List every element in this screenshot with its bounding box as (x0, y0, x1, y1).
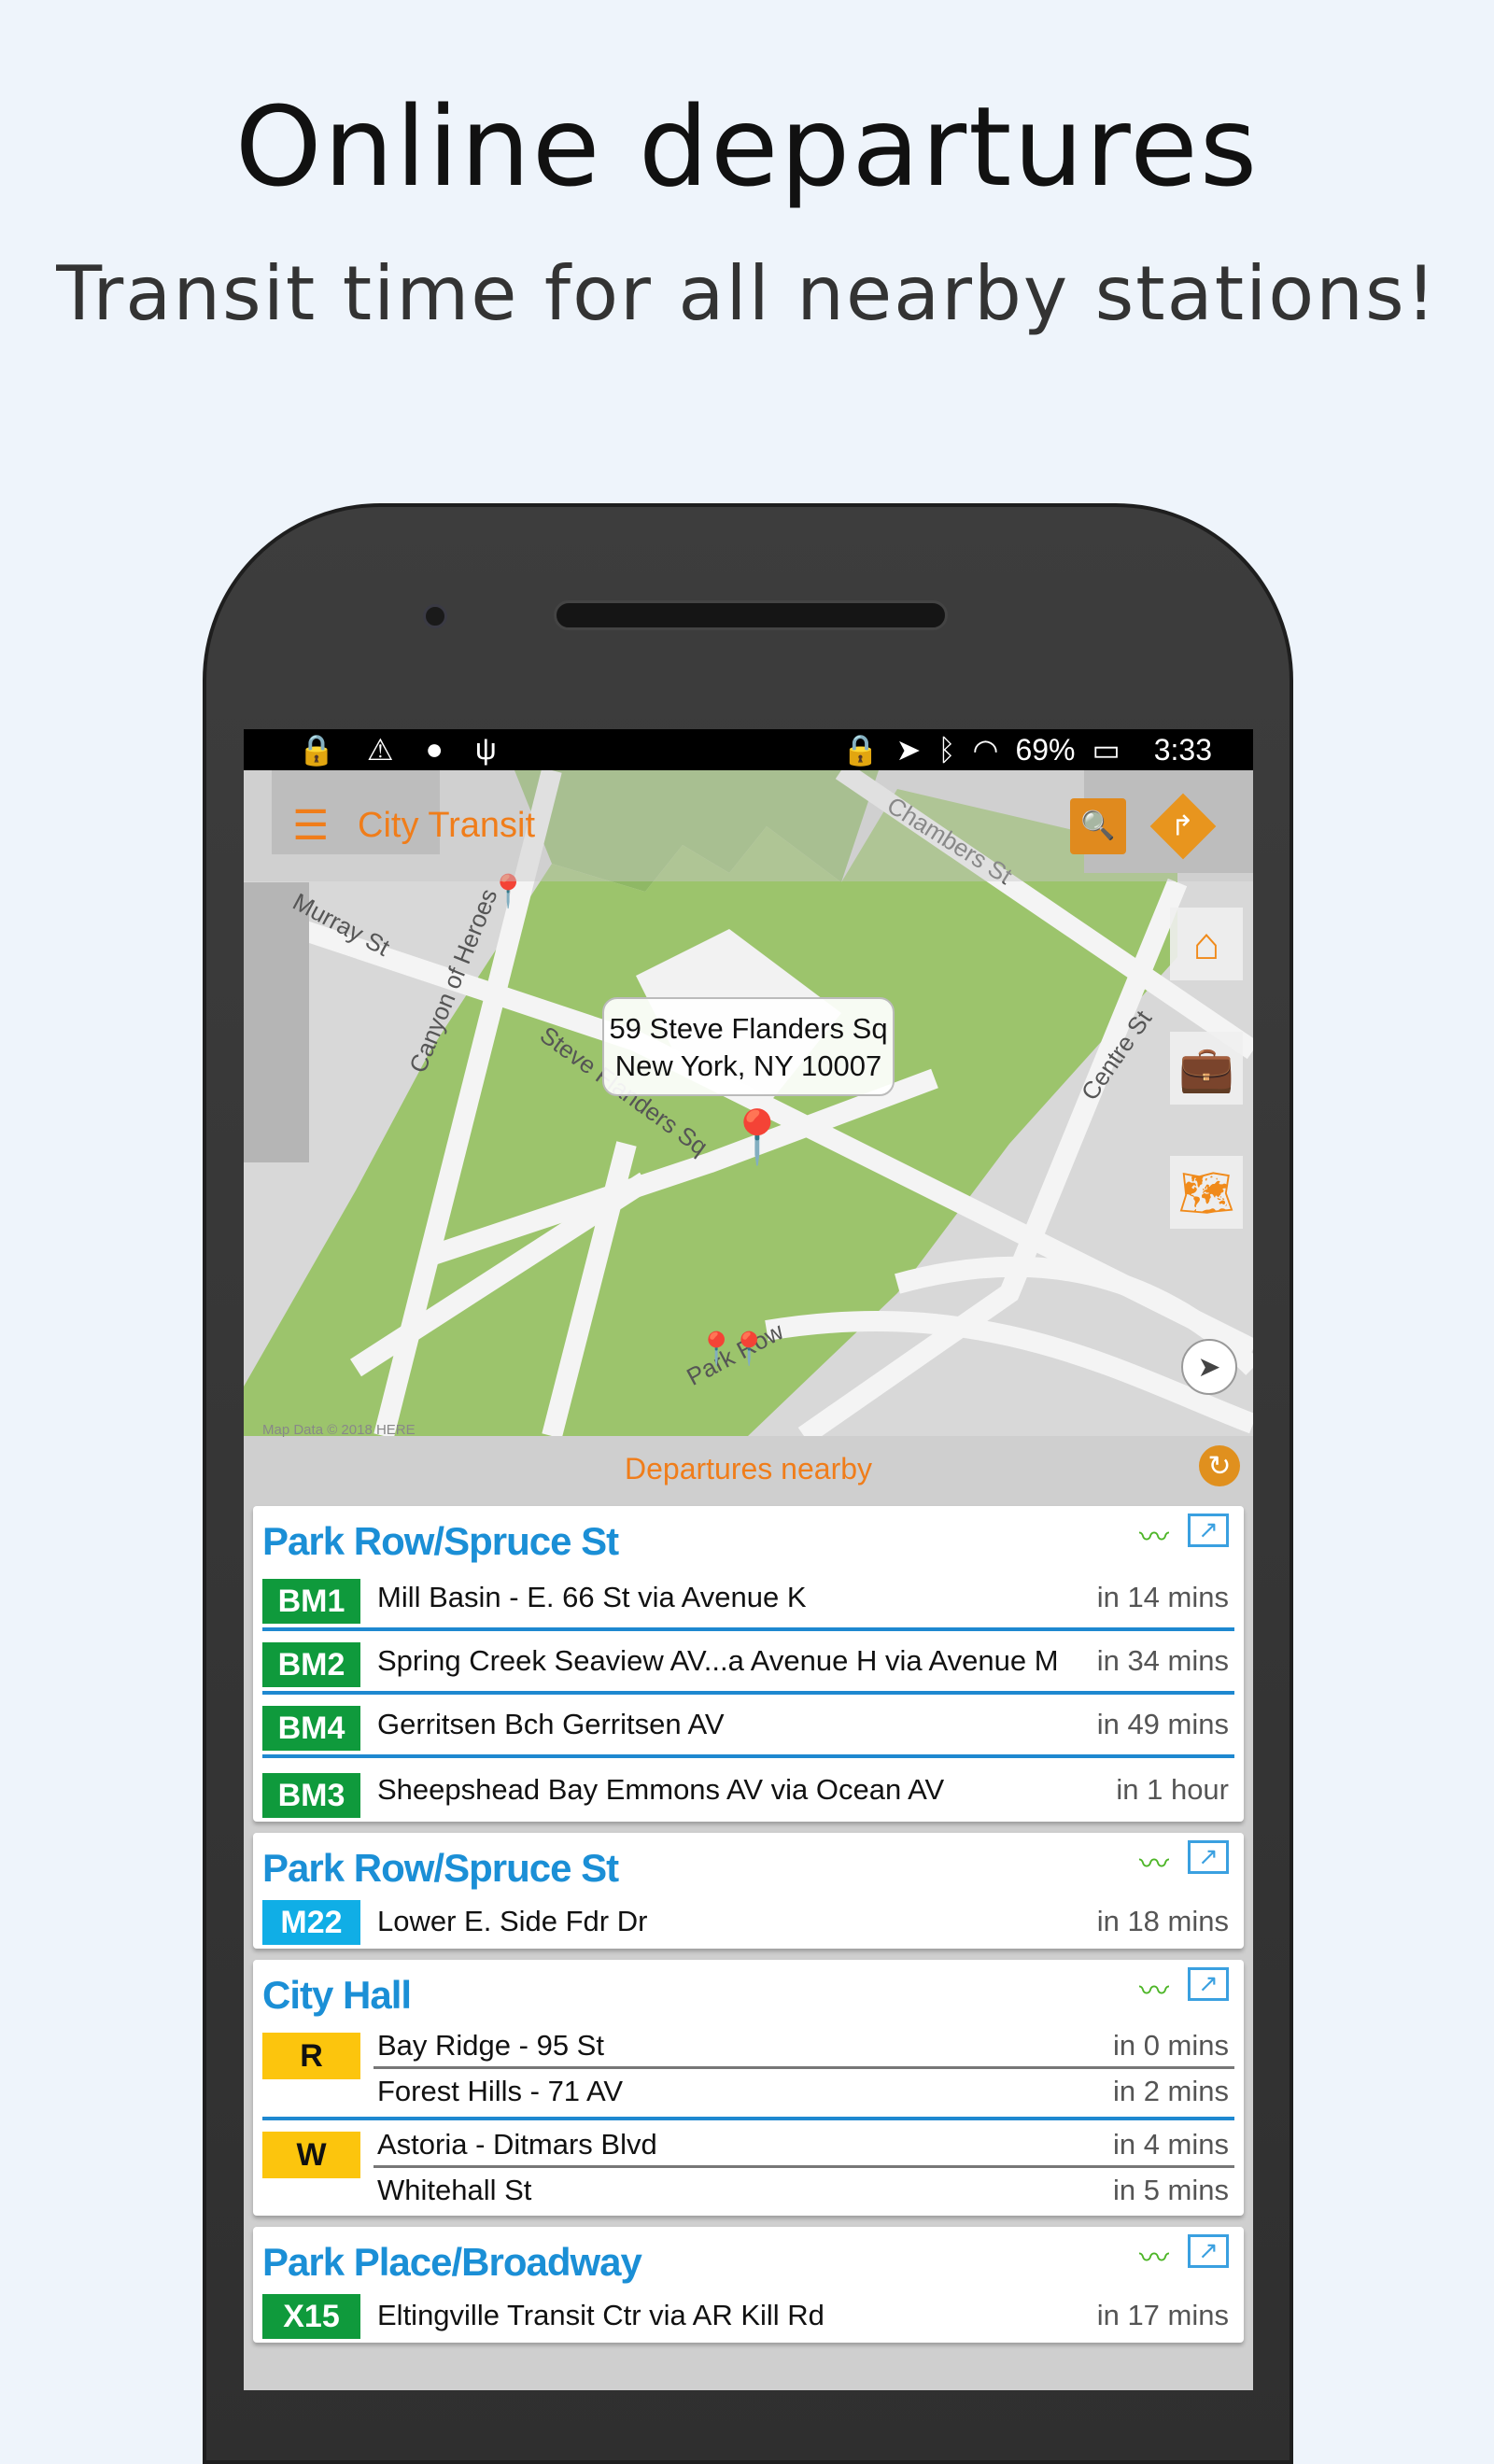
route-badge: X15 (262, 2294, 360, 2339)
phone-screen: Murray St Canyon of Heroes Steve Flander… (244, 729, 1253, 2390)
warning-icon: ⚠ (366, 733, 394, 767)
route-badge: R (262, 2033, 360, 2079)
station-name[interactable]: City Hall (262, 1973, 1234, 2018)
route-badge: BM2 (262, 1642, 360, 1687)
departure-row[interactable]: BM1 Mill Basin - E. 66 St via Avenue K in … (262, 1568, 1234, 1631)
compass-icon: ➤ (1197, 1351, 1221, 1383)
destination: Spring Creek Seaview AV...a Avenue H via… (377, 1644, 1059, 1677)
battery-charging-icon: ▭ (1092, 733, 1120, 767)
open-external-icon[interactable]: ↗ (1188, 1514, 1229, 1547)
departure-time: in 17 mins (1096, 2299, 1229, 2331)
briefcase-icon: 💼 (1178, 1044, 1234, 1094)
battery-level: 69% (1015, 732, 1076, 767)
station-card[interactable]: City Hall 〰 ↗ R Bay Ridge - 95 St in 0 mins… (253, 1960, 1244, 2216)
departure-row[interactable]: Astoria - Ditmars Blvd in 4 mins (374, 2124, 1234, 2168)
wifi-icon: ◠ (972, 733, 999, 767)
departure-time: in 18 mins (1096, 1905, 1229, 1937)
departure-time: in 5 mins (1112, 2173, 1229, 2206)
departure-row[interactable]: Bay Ridge - 95 St in 0 mins (374, 2025, 1234, 2069)
route-badge: BM4 (262, 1706, 360, 1751)
destination: Eltingville Transit Ctr via AR Kill Rd (377, 2299, 825, 2331)
destination: Gerritsen Bch Gerritsen AV (377, 1708, 725, 1740)
station-card[interactable]: Park Place/Broadway 〰 ↗ X15 Eltingville Tra… (253, 2227, 1244, 2343)
departure-time: in 1 hour (1116, 1773, 1229, 1806)
compass-button[interactable]: ➤ (1181, 1339, 1237, 1395)
map-search-button[interactable]: 🔍 (1070, 797, 1126, 854)
open-external-icon[interactable]: ↗ (1188, 1840, 1229, 1874)
bluetooth-icon: ᛒ (937, 732, 956, 767)
map-layers-button[interactable]: 🗺 (1170, 1156, 1243, 1229)
address-line-2: New York, NY 10007 (614, 1049, 882, 1082)
route-badge: W (262, 2132, 360, 2178)
app-bar: ☰ City Transit 🔍 ↱ (244, 770, 1253, 881)
transit-stop-pin-icon[interactable]: 📍 (729, 1331, 768, 1368)
departure-row[interactable]: X15 Eltingville Transit Ctr via AR Kill R… (262, 2288, 1234, 2343)
departure-row[interactable]: BM2 Spring Creek Seaview AV...a Avenue H … (262, 1631, 1234, 1695)
route-badge: BM3 (262, 1773, 360, 1818)
work-button[interactable]: 💼 (1170, 1032, 1243, 1105)
departure-row[interactable]: BM3 Sheepshead Bay Emmons AV via Ocean AV… (262, 1758, 1234, 1822)
camera (423, 604, 447, 628)
destination: Forest Hills - 71 AV (377, 2074, 624, 2107)
departure-time: in 49 mins (1096, 1708, 1229, 1740)
refresh-button[interactable]: ↻ (1199, 1445, 1240, 1486)
address-line-1: 59 Steve Flanders Sq (609, 1012, 888, 1045)
departure-row[interactable]: Forest Hills - 71 AV in 2 mins (374, 2069, 1234, 2113)
clock: 3:33 (1153, 732, 1212, 767)
directions-button[interactable]: ↱ (1149, 793, 1217, 859)
destination: Astoria - Ditmars Blvd (377, 2128, 657, 2161)
destination: Lower E. Side Fdr Dr (377, 1905, 648, 1937)
station-name[interactable]: Park Row/Spruce St (262, 1519, 1234, 1564)
status-bar: 🔒 ⚠ ● ψ 🔒 ➤ ᛒ ◠ 69% ▭ 3:33 (244, 729, 1253, 770)
route-badge: M22 (262, 1900, 360, 1945)
route-group: W Astoria - Ditmars Blvd in 4 mins Whiteh… (262, 2120, 1234, 2216)
realtime-icon: 〰 (1138, 1847, 1169, 1880)
departure-row[interactable]: M22 Lower E. Side Fdr Dr in 18 mins (262, 1894, 1234, 1949)
app-title: City Transit (358, 806, 536, 845)
destination: Bay Ridge - 95 St (377, 2029, 604, 2062)
location-pin-icon[interactable]: 📍 (725, 1106, 790, 1168)
departure-time: in 0 mins (1112, 2029, 1229, 2062)
search-icon: 🔍 (1080, 810, 1116, 841)
departure-row[interactable]: BM4 Gerritsen Bch Gerritsen AV in 49 mins (262, 1695, 1234, 1758)
departure-row[interactable]: Whitehall St in 5 mins (374, 2168, 1234, 2212)
destination: Sheepshead Bay Emmons AV via Ocean AV (377, 1773, 945, 1806)
stations-list: Park Row/Spruce St 〰 ↗ BM1 Mill Basin - E. … (253, 1506, 1244, 2343)
open-external-icon[interactable]: ↗ (1188, 1967, 1229, 2001)
realtime-icon: 〰 (1138, 1974, 1169, 2007)
address-callout[interactable]: 59 Steve Flanders Sq New York, NY 10007 (602, 997, 895, 1096)
station-name[interactable]: Park Place/Broadway (262, 2240, 1234, 2285)
departure-time: in 14 mins (1096, 1581, 1229, 1613)
departure-time: in 4 mins (1112, 2128, 1229, 2161)
station-card[interactable]: Park Row/Spruce St 〰 ↗ BM1 Mill Basin - E. … (253, 1506, 1244, 1822)
map-icon: 🗺 (1177, 1168, 1235, 1218)
home-button[interactable]: ⌂ (1170, 908, 1243, 980)
open-external-icon[interactable]: ↗ (1188, 2234, 1229, 2268)
location-icon: ➤ (895, 733, 922, 767)
lock-icon: 🔒 (841, 733, 880, 767)
lock-icon: 🔒 (298, 733, 335, 767)
destination: Whitehall St (377, 2173, 532, 2206)
destination: Mill Basin - E. 66 St via Avenue K (377, 1581, 807, 1613)
realtime-icon: 〰 (1138, 1520, 1169, 1554)
station-name[interactable]: Park Row/Spruce St (262, 1846, 1234, 1891)
usb-icon: ψ (474, 732, 497, 766)
directions-icon: ↱ (1171, 810, 1195, 841)
departure-time: in 34 mins (1096, 1644, 1229, 1677)
promo-subtitle: Transit time for all nearby stations! (56, 250, 1438, 337)
home-icon: ⌂ (1192, 919, 1220, 969)
route-badge: BM1 (262, 1579, 360, 1624)
refresh-icon: ↻ (1207, 1450, 1232, 1482)
hamburger-icon[interactable]: ☰ (292, 802, 329, 850)
realtime-icon: 〰 (1138, 2241, 1169, 2274)
android-icon: ● (425, 732, 444, 766)
station-card[interactable]: Park Row/Spruce St 〰 ↗ M22 Lower E. Side Fd… (253, 1833, 1244, 1949)
speaker (554, 600, 948, 630)
promo-title: Online departures (234, 82, 1260, 211)
departures-header: Departures nearby ↻ (244, 1436, 1253, 1501)
departures-title: Departures nearby (624, 1451, 873, 1485)
route-group: R Bay Ridge - 95 St in 0 mins Forest Hill… (262, 2021, 1234, 2120)
departure-time: in 2 mins (1112, 2074, 1229, 2107)
